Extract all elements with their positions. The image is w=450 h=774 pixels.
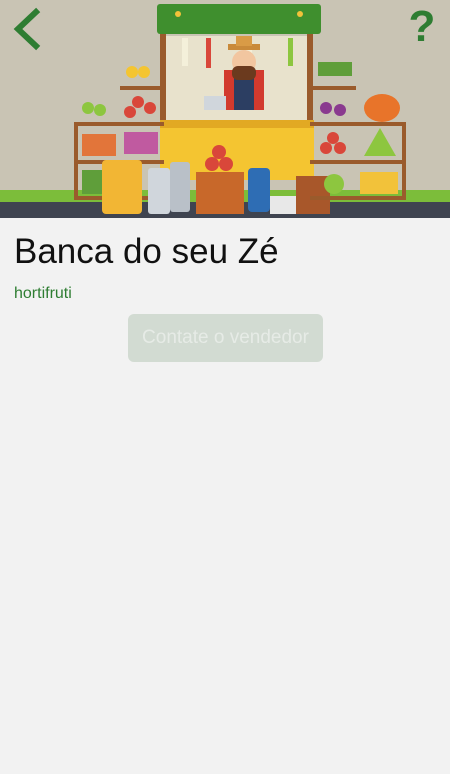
chevron-left-icon [13, 7, 41, 51]
market-stall-image [0, 4, 450, 218]
hero-illustration: ? [0, 0, 450, 218]
back-button[interactable] [8, 6, 48, 52]
stall-name: Banca do seu Zé [14, 232, 279, 271]
contact-seller-button[interactable]: Contate o vendedor [128, 314, 323, 362]
help-button[interactable]: ? [402, 2, 442, 52]
stall-category: hortifruti [14, 285, 72, 302]
stall-details: Banca do seu Zé hortifruti Contate o ven… [0, 218, 450, 362]
